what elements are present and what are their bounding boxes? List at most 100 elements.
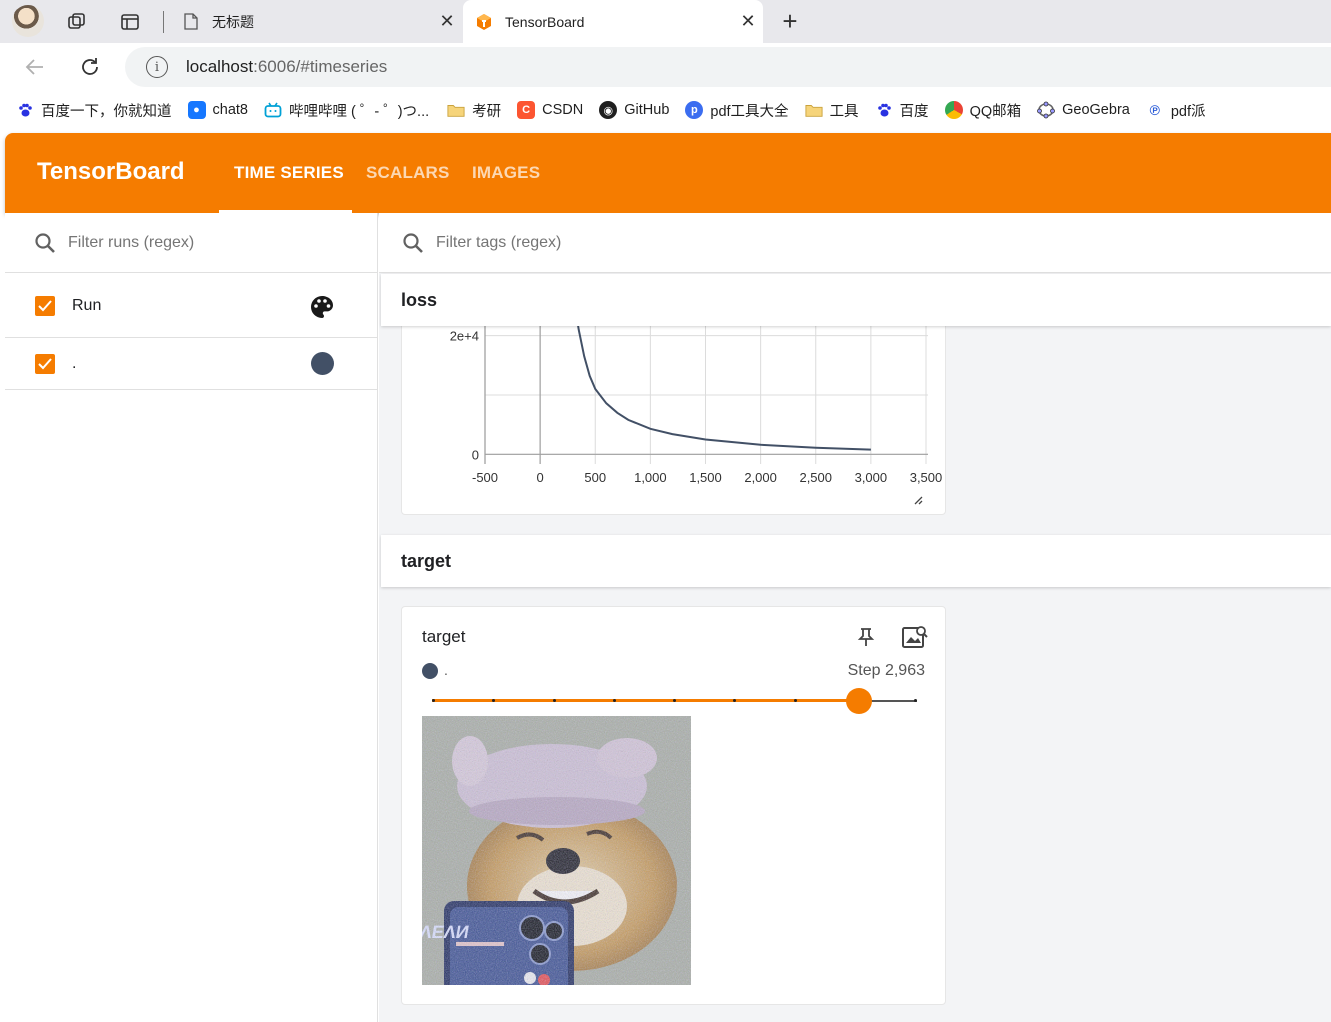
palette-icon[interactable] xyxy=(309,294,335,325)
pdf-tool-icon: p xyxy=(685,101,704,119)
tab-title: TensorBoard xyxy=(505,13,585,30)
tensorboard-toolbar: TensorBoard TIME SERIES SCALARS IMAGES xyxy=(5,133,1331,213)
bookmark-baidu-search[interactable]: 百度一下，你就知道 xyxy=(16,100,172,121)
browser-tab-bar: 无标题 ✕ TensorBoard ✕ + xyxy=(0,0,1331,43)
chart-y-tick-label: 2e+4 xyxy=(450,329,479,344)
geogebra-icon xyxy=(1037,101,1056,119)
pdf-pai-icon: ℗ xyxy=(1149,102,1160,118)
bookmark-csdn[interactable]: C CSDN xyxy=(517,101,583,119)
run-label: . xyxy=(72,355,77,372)
chart-x-tick-label: 3,000 xyxy=(855,470,888,485)
run-row: . xyxy=(5,338,377,390)
chart-x-tick-label: 2,000 xyxy=(744,470,777,485)
run-row-header: Run xyxy=(5,274,377,338)
blank-page-icon xyxy=(182,13,200,31)
image-settings-icon[interactable] xyxy=(901,624,929,655)
bookmark-pdf-pai[interactable]: ℗ pdf派 xyxy=(1146,100,1206,121)
step-slider-tick xyxy=(673,699,676,702)
folder-icon xyxy=(805,101,823,119)
chart-series-line xyxy=(572,293,871,451)
step-slider-tick xyxy=(793,699,797,702)
close-tab-icon[interactable]: ✕ xyxy=(432,11,462,32)
search-icon xyxy=(402,232,424,254)
resize-handle-icon xyxy=(914,496,923,505)
bookmark-chat8[interactable]: ● chat8 xyxy=(187,101,248,119)
run-color-dot xyxy=(422,663,438,679)
profile-avatar[interactable] xyxy=(12,5,44,37)
step-slider-tick xyxy=(552,699,556,702)
pin-icon[interactable] xyxy=(857,627,875,652)
step-slider-thumb[interactable] xyxy=(845,688,872,714)
site-info-icon[interactable]: i xyxy=(146,56,168,78)
tags-filter-placeholder: Filter tags (regex) xyxy=(436,233,562,251)
chart-x-tick-label: -500 xyxy=(472,470,498,485)
image-step-label: Step 2,963 xyxy=(847,662,925,679)
run-label: Run xyxy=(72,297,102,314)
tab-untitled[interactable]: 无标题 ✕ xyxy=(170,0,462,43)
step-slider-tick xyxy=(612,699,616,702)
runs-filter-placeholder: Filter runs (regex) xyxy=(68,233,195,251)
main-content: Filter tags (regex) 0 2e+4 -500 0 500 1,000 1,… xyxy=(379,213,1331,1022)
new-tab-button[interactable]: + xyxy=(776,8,804,36)
group-header-target[interactable]: target xyxy=(381,535,1331,587)
step-slider-tick xyxy=(914,699,917,702)
bookmark-geogebra[interactable]: GeoGebra xyxy=(1037,101,1130,119)
chart-x-tick-label: 0 xyxy=(537,470,544,485)
tags-filter[interactable]: Filter tags (regex) xyxy=(379,213,1331,273)
bookmark-pdf-tools[interactable]: p pdf工具大全 xyxy=(685,100,789,121)
run-color-dot[interactable] xyxy=(311,352,334,375)
run-checkbox-all[interactable] xyxy=(35,296,55,316)
step-slider-tick xyxy=(432,699,435,702)
runs-panel: Filter runs (regex) Run . xyxy=(5,213,378,1022)
tab-time-series[interactable]: TIME SERIES xyxy=(234,163,344,183)
bilibili-tv-icon xyxy=(264,101,282,119)
qq-mail-icon xyxy=(944,101,963,119)
target-image[interactable]: ΛΕΛИ xyxy=(422,716,691,985)
run-checkbox[interactable] xyxy=(35,354,55,374)
github-icon: ◉ xyxy=(599,101,618,119)
back-arrow-icon[interactable] xyxy=(21,53,49,81)
loss-line-chart[interactable]: 0 2e+4 -500 0 500 1,000 1,500 2,000 2,500 3,000 3,… xyxy=(402,293,947,516)
bookmark-folder-tools[interactable]: 工具 xyxy=(805,100,859,121)
chart-x-tick-label: 2,500 xyxy=(799,470,832,485)
bookmark-bilibili[interactable]: 哔哩哔哩 ( ゜- ゜)つ... xyxy=(264,100,429,121)
chart-x-tick-label: 500 xyxy=(584,470,606,485)
bookmark-baidu[interactable]: 百度 xyxy=(875,100,929,121)
tab-tensorboard[interactable]: TensorBoard ✕ xyxy=(463,0,763,43)
tab-images[interactable]: IMAGES xyxy=(472,163,540,183)
bookmark-github[interactable]: ◉ GitHub xyxy=(599,101,669,119)
reload-icon[interactable] xyxy=(76,53,104,81)
step-slider[interactable] xyxy=(432,688,917,714)
chart-x-tick-label: 3,500 xyxy=(910,470,943,485)
tab-separator xyxy=(163,11,164,33)
chat-bubble-icon: ● xyxy=(187,101,206,119)
chart-x-tick-label: 1,500 xyxy=(689,470,722,485)
bookmark-folder-kaoyan[interactable]: 考研 xyxy=(447,100,501,121)
chart-y-tick-label: 0 xyxy=(472,447,479,462)
address-bar[interactable]: i localhost:6006/#timeseries xyxy=(125,47,1331,87)
address-bar-row: i localhost:6006/#timeseries xyxy=(0,43,1331,91)
bookmark-qq-mail[interactable]: QQ邮箱 xyxy=(944,100,1021,121)
csdn-icon: C xyxy=(517,101,536,119)
loss-chart-card: 0 2e+4 -500 0 500 1,000 1,500 2,000 2,500 3,000 3,… xyxy=(401,293,947,516)
runs-filter[interactable]: Filter runs (regex) xyxy=(5,213,377,273)
bookmarks-bar: 百度一下，你就知道 ● chat8 哔哩哔哩 ( ゜- ゜)つ... 考研 C … xyxy=(0,91,1331,129)
collections-icon[interactable] xyxy=(64,9,90,35)
search-icon xyxy=(34,232,56,254)
close-tab-icon[interactable]: ✕ xyxy=(733,11,763,32)
tensorboard-brand: TensorBoard xyxy=(37,158,185,185)
folder-icon xyxy=(447,101,465,119)
tensorboard-favicon-icon xyxy=(475,13,493,31)
tab-title: 无标题 xyxy=(212,13,254,30)
image-card: target . Step 2,963 xyxy=(401,606,946,1005)
vertical-tabs-icon[interactable] xyxy=(117,9,143,35)
baidu-paw-icon xyxy=(875,101,893,119)
chart-x-tick-label: 1,000 xyxy=(634,470,667,485)
image-run-name: . xyxy=(444,662,448,678)
tab-scalars[interactable]: SCALARS xyxy=(366,163,450,183)
baidu-paw-icon xyxy=(16,101,34,119)
url-host: localhost xyxy=(186,57,254,76)
image-card-title: target xyxy=(422,627,466,646)
group-header-loss[interactable]: loss xyxy=(381,274,1331,326)
url-path: :6006/#timeseries xyxy=(253,57,388,76)
